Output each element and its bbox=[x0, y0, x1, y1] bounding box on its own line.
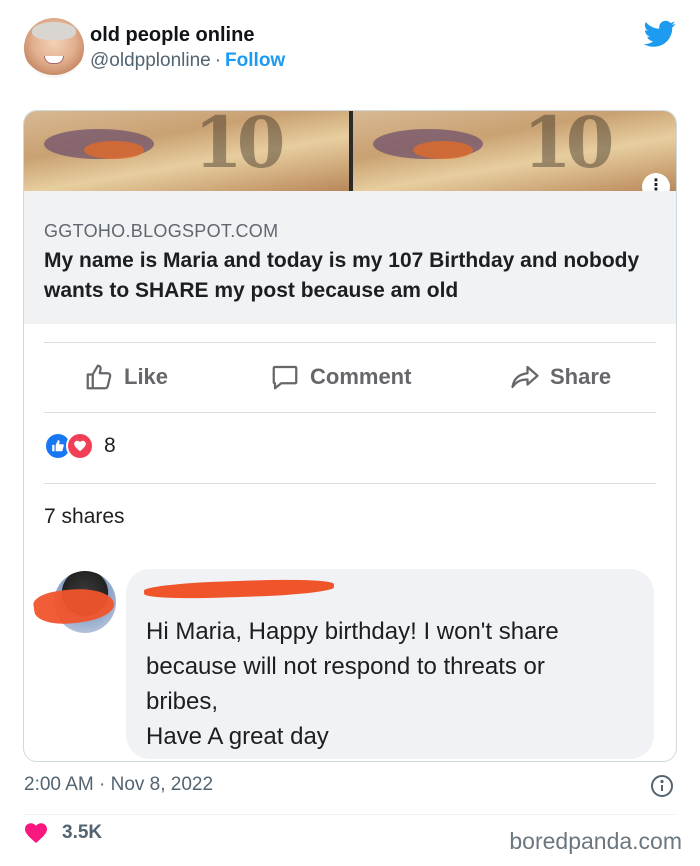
info-icon[interactable] bbox=[650, 774, 674, 798]
heart-icon[interactable] bbox=[24, 822, 48, 844]
link-domain: GGTOHO.BLOGSPOT.COM bbox=[44, 221, 279, 241]
heart-icon bbox=[74, 440, 86, 452]
link-preview[interactable]: GGTOHO.BLOGSPOT.COM My name is Maria and… bbox=[24, 191, 676, 324]
share-button[interactable]: Share bbox=[510, 342, 611, 412]
avatar-hair bbox=[32, 22, 76, 40]
twitter-bird-icon[interactable] bbox=[644, 20, 676, 48]
comment-label: Comment bbox=[310, 364, 412, 389]
author-avatar[interactable] bbox=[24, 18, 84, 78]
tweet: old people online @oldpplonline · Follow 1… bbox=[0, 0, 700, 866]
divider bbox=[24, 814, 676, 815]
follow-button[interactable]: Follow bbox=[225, 50, 285, 71]
preview-image-right: 10 bbox=[349, 111, 676, 191]
likes-summary[interactable]: 3.5K bbox=[24, 822, 102, 844]
thumbs-up-icon bbox=[52, 440, 64, 452]
preview-image-left: 10 bbox=[24, 111, 349, 191]
image-shape bbox=[84, 141, 144, 159]
image-shape bbox=[413, 141, 473, 159]
divider bbox=[44, 483, 656, 484]
link-headline: My name is Maria and today is my 107 Bir… bbox=[44, 249, 640, 302]
thumbs-up-icon bbox=[86, 364, 112, 390]
embedded-post-screenshot: 10 10 ⋮ GGTOHO.BLOGSPOT.COM My name is M… bbox=[23, 110, 677, 762]
like-button[interactable]: Like bbox=[84, 342, 168, 412]
post-actions-bar: Like Comment Share bbox=[24, 342, 676, 412]
watermark: boredpanda.com bbox=[509, 828, 682, 854]
like-label: Like bbox=[124, 364, 169, 389]
likes-count: 3.5K bbox=[62, 822, 103, 843]
reaction-count: 8 bbox=[104, 434, 116, 457]
link-preview-image: 10 10 bbox=[24, 111, 676, 191]
tweet-timestamp[interactable]: 2:00 AM · Nov 8, 2022 bbox=[24, 774, 213, 796]
image-texture: 10 bbox=[194, 111, 285, 184]
shares-count[interactable]: 7 shares bbox=[44, 505, 125, 529]
divider bbox=[44, 412, 656, 413]
share-arrow-icon bbox=[511, 365, 539, 389]
author-display-name[interactable]: old people online bbox=[90, 24, 254, 47]
image-texture: 10 bbox=[523, 111, 614, 184]
handle-separator: · bbox=[214, 50, 222, 71]
share-label: Share bbox=[550, 364, 612, 389]
comment-text: Hi Maria, Happy birthday! I won't share … bbox=[146, 618, 559, 750]
comment-button[interactable]: Comment bbox=[270, 342, 411, 412]
reactions-summary[interactable]: 8 bbox=[44, 429, 116, 463]
author-handle[interactable]: @oldpplonline bbox=[90, 50, 211, 71]
love-reaction-icon bbox=[66, 432, 94, 460]
author-handle-row: @oldpplonline · Follow bbox=[90, 50, 285, 72]
comment-icon bbox=[272, 365, 298, 390]
avatar-smile bbox=[44, 56, 64, 64]
